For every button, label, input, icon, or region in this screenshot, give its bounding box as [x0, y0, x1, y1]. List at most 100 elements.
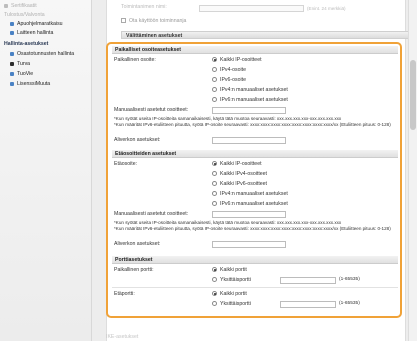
policy-name-input[interactable]: [199, 5, 304, 12]
local-port-range: (1-65535): [339, 277, 360, 282]
remote-radio-all-ipv6[interactable]: Kaikki IPv6-osoitteet: [212, 180, 267, 188]
remote-port-single-label: Yksittäisportti: [220, 301, 251, 307]
remote-radio-ipv6-manual-label: IPv6:n manuaaliset asetukset: [220, 201, 288, 207]
sidebar-item-license[interactable]: LisenssiMuuta: [0, 80, 92, 89]
local-radio-ipv6[interactable]: IPv6-osoite: [212, 76, 246, 84]
local-radio-ipv4-manual[interactable]: IPv4:n manuaaliset asetukset: [212, 86, 288, 94]
radio-icon: [212, 291, 217, 297]
sidebar-item-application[interactable]: Apuohjelmaratkaisu: [0, 20, 92, 29]
local-port-input[interactable]: [280, 277, 336, 284]
local-manual-label: Manuaalisesti asetetut osoitteet:: [114, 107, 189, 113]
policy-name-row: Toimintanimen nimi: (Enint. 24 merkkiä): [121, 4, 411, 14]
local-radio-ipv6-manual[interactable]: IPv6:n manuaaliset asetukset: [212, 96, 288, 104]
scrollbar-thumb[interactable]: [410, 60, 416, 130]
sidebar-item-label: Laitteen hallinta: [17, 30, 54, 36]
remote-address-label: Etäosoite:: [114, 161, 138, 167]
local-mask-input[interactable]: [212, 137, 286, 144]
remote-radio-all-ipv4-label: Kaikki IPv4-osoitteet: [220, 171, 267, 177]
radio-icon: [212, 171, 217, 177]
remote-port-range: (1-65535): [339, 301, 360, 306]
local-radio-ipv6-manual-label: IPv6:n manuaaliset asetukset: [220, 97, 288, 103]
local-port-all-label: Kaikki portit: [220, 267, 247, 273]
sidebar-section-management[interactable]: Hallinta-asetukset: [0, 40, 92, 49]
remote-manual-input[interactable]: [212, 211, 286, 218]
remote-port-label: Etäportti:: [114, 291, 135, 297]
local-port-label: Paikallinen portti:: [114, 267, 154, 273]
local-radio-all-ip[interactable]: Kaikki IP-osoitteet: [212, 56, 262, 64]
radio-icon: [212, 301, 217, 307]
radio-icon: [212, 77, 217, 83]
remote-mask-input[interactable]: [212, 241, 286, 248]
local-radio-all-ip-label: Kaikki IP-osoitteet: [220, 57, 262, 63]
remote-port-radio-all[interactable]: Kaikki portit: [212, 290, 247, 298]
local-address-label: Paikallinen osoite:: [114, 57, 156, 63]
enable-policy-checkbox[interactable]: [121, 18, 126, 24]
sidebar-item-device-management[interactable]: Laitteen hallinta: [0, 29, 92, 38]
port-divider: [112, 287, 398, 288]
remote-radio-all-ipv4[interactable]: Kaikki IPv4-osoitteet: [212, 170, 267, 178]
sidebar-item-label: Osastotunnusten hallinta: [17, 51, 75, 57]
sidebar-item-label: Sertifikaatit: [11, 3, 37, 9]
enable-policy-label: Ota käyttöön toiminnanja: [129, 18, 187, 24]
remote-radio-all-ip-label: Kaikki IP-osoitteet: [220, 161, 262, 167]
local-mask-label: Aliverkon asetukset:: [114, 137, 161, 143]
radio-icon: [212, 201, 217, 207]
sidebar-item-label: Tulostus/Valvonta: [4, 12, 45, 18]
sidebar-item-certificates[interactable]: Sertifikaatit: [0, 2, 92, 11]
remote-address-header: Etäosoitteiden asetukset: [112, 150, 398, 158]
remote-port-input[interactable]: [280, 301, 336, 308]
local-note-prefix: *Kun määrität IPv6-etuliitteen pituutta,…: [114, 122, 391, 127]
local-address-header: Paikalliset osoiteasetukset: [112, 46, 398, 54]
local-radio-ipv4-label: IPv4-osoite: [220, 67, 246, 73]
local-radio-ipv6-label: IPv6-osoite: [220, 77, 246, 83]
remote-mask-label: Aliverkon asetukset:: [114, 241, 161, 247]
radio-icon: [212, 181, 217, 187]
remote-port-radio-single[interactable]: Yksittäisportti: [212, 300, 251, 308]
local-manual-input[interactable]: [212, 107, 286, 114]
sidebar-section-label: Hallinta-asetukset: [4, 41, 49, 47]
sidebar-item-label: Turva: [17, 61, 31, 67]
sidebar-item-label: Apuohjelmaratkaisu: [17, 21, 63, 27]
remote-radio-all-ip[interactable]: Kaikki IP-osoitteet: [212, 160, 262, 168]
sidebar-bullet-icon: [10, 21, 14, 26]
sidebar-item-import-export[interactable]: TuoVie: [0, 70, 92, 79]
sidebar-item-label: LisenssiMuuta: [17, 81, 51, 87]
remote-radio-ipv6-manual[interactable]: IPv6:n manuaaliset asetukset: [212, 200, 288, 208]
radio-icon: [212, 67, 217, 73]
local-radio-ipv4-manual-label: IPv4:n manuaaliset asetukset: [220, 87, 288, 93]
enable-policy-row[interactable]: Ota käyttöön toiminnanja: [121, 17, 186, 25]
radio-icon: [212, 277, 217, 283]
sidebar-item-security[interactable]: Turva: [0, 60, 92, 69]
remote-radio-ipv4-manual-label: IPv4:n manuaaliset asetukset: [220, 191, 288, 197]
sidebar-bullet-icon: [10, 81, 14, 86]
sidebar-bullet-icon: [10, 51, 14, 56]
sidebar-bullet-icon: [10, 71, 14, 76]
remote-manual-label: Manuaalisesti asetetut osoitteet:: [114, 211, 189, 217]
remote-note-range: *Kun syötät useita IP-osoitteita samanai…: [114, 220, 342, 225]
ike-settings-label: IKE-asetukset: [106, 334, 139, 340]
radio-icon: [212, 267, 217, 273]
sidebar-bullet-icon: [4, 3, 8, 8]
sidebar-item-label: TuoVie: [17, 71, 34, 77]
remote-radio-ipv4-manual[interactable]: IPv4:n manuaaliset asetukset: [212, 190, 288, 198]
remote-port-all-label: Kaikki portit: [220, 291, 247, 297]
radio-icon: [212, 97, 217, 103]
remote-note-prefix: *Kun määrität IPv6-etuliitteen pituutta,…: [114, 226, 391, 231]
local-port-radio-single[interactable]: Yksittäisportti: [212, 276, 251, 284]
selector-settings-header: Välittäminen asetukset: [121, 31, 415, 39]
local-port-single-label: Yksittäisportti: [220, 277, 251, 283]
radio-icon: [212, 161, 217, 167]
sidebar-item-print-monitor[interactable]: Tulostus/Valvonta: [0, 11, 92, 20]
local-note-range: *Kun syötät useita IP-osoitteita samanai…: [114, 116, 342, 121]
radio-icon: [212, 191, 217, 197]
radio-icon: [212, 57, 217, 63]
sidebar: Sertifikaatit Tulostus/Valvonta Apuohjel…: [0, 0, 92, 341]
sidebar-bullet-icon: [10, 61, 14, 66]
vertical-scrollbar[interactable]: [408, 0, 417, 341]
local-radio-ipv4[interactable]: IPv4-osoite: [212, 66, 246, 74]
sidebar-item-department-id[interactable]: Osastotunnusten hallinta: [0, 50, 92, 59]
remote-radio-all-ipv6-label: Kaikki IPv6-osoitteet: [220, 181, 267, 187]
radio-icon: [212, 87, 217, 93]
policy-name-label: Toimintanimen nimi:: [121, 4, 167, 10]
local-port-radio-all[interactable]: Kaikki portit: [212, 266, 247, 274]
